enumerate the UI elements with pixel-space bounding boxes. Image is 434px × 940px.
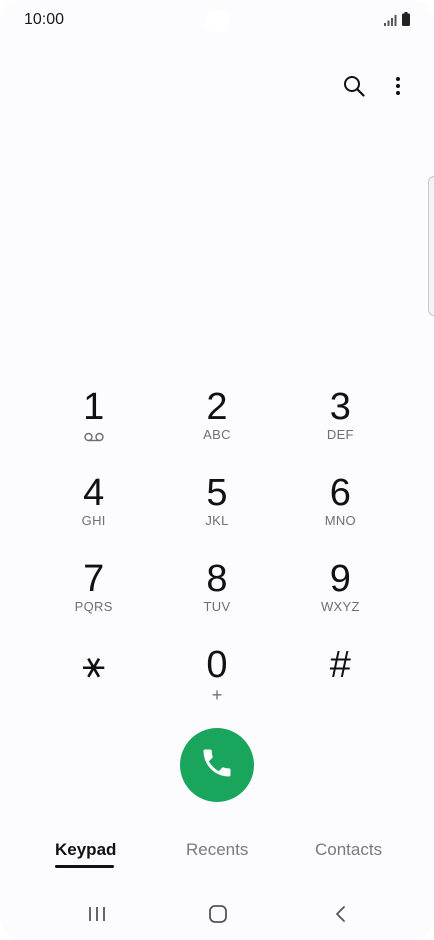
key-8[interactable]: 8 TUV: [155, 557, 278, 643]
bottom-tabs: Keypad Recents Contacts: [0, 840, 434, 872]
camera-cutout: [205, 9, 229, 33]
dial-keypad: 1 2 ABC 3 DEF 4 GHI 5 JKL 6 MNO 7 PQRS 8…: [32, 385, 402, 729]
call-button[interactable]: [180, 728, 254, 802]
top-actions: [340, 72, 412, 100]
key-digit: ⚹: [82, 644, 106, 686]
key-7[interactable]: 7 PQRS: [32, 557, 155, 643]
phone-icon: [199, 745, 235, 786]
key-digit: 4: [83, 472, 105, 514]
key-digit: 7: [83, 558, 105, 600]
key-letters: +: [211, 685, 223, 705]
key-letters: PQRS: [74, 599, 113, 614]
key-digit: 1: [83, 386, 105, 428]
key-9[interactable]: 9 WXYZ: [279, 557, 402, 643]
tab-keypad[interactable]: Keypad: [55, 840, 116, 860]
back-icon[interactable]: [326, 902, 356, 926]
active-tab-indicator: [55, 865, 114, 868]
key-letters: TUV: [203, 599, 231, 614]
system-nav-bar: [0, 896, 434, 932]
edge-panel-handle[interactable]: [428, 176, 434, 316]
key-6[interactable]: 6 MNO: [279, 471, 402, 557]
tab-recents[interactable]: Recents: [186, 840, 248, 860]
key-star[interactable]: ⚹: [32, 643, 155, 729]
key-letters: WXYZ: [320, 599, 360, 614]
status-bar: 10:00: [0, 0, 434, 42]
key-letters: GHI: [81, 513, 106, 528]
key-digit: 2: [206, 386, 228, 428]
search-icon[interactable]: [340, 72, 368, 100]
key-digit: 6: [329, 472, 351, 514]
key-letters: ABC: [203, 427, 231, 442]
key-letters: MNO: [324, 513, 356, 528]
key-digit: 3: [329, 386, 351, 428]
phone-screen: 10:00 1 2 ABC 3 DEF 4 GHI 5 JKL 6 MNO 7 …: [0, 0, 434, 940]
status-time: 10:00: [24, 11, 65, 28]
key-0[interactable]: 0 +: [155, 643, 278, 729]
recent-apps-icon[interactable]: [82, 902, 112, 926]
key-3[interactable]: 3 DEF: [279, 385, 402, 471]
battery-icon: [402, 12, 410, 31]
key-5[interactable]: 5 JKL: [155, 471, 278, 557]
key-letters: DEF: [326, 427, 354, 442]
key-digit: 8: [206, 558, 228, 600]
key-4[interactable]: 4 GHI: [32, 471, 155, 557]
voicemail-icon: [83, 430, 104, 444]
key-digit: #: [329, 644, 351, 686]
status-icons: [384, 12, 410, 31]
key-digit: 5: [206, 472, 228, 514]
home-icon[interactable]: [203, 902, 233, 926]
key-letters: JKL: [205, 513, 229, 528]
key-digit: 9: [329, 558, 351, 600]
tab-contacts[interactable]: Contacts: [315, 840, 382, 860]
key-2[interactable]: 2 ABC: [155, 385, 278, 471]
signal-icon: [384, 13, 398, 31]
more-vert-icon[interactable]: [384, 72, 412, 100]
key-hash[interactable]: #: [279, 643, 402, 729]
key-digit: 0: [206, 644, 228, 686]
key-1[interactable]: 1: [32, 385, 155, 471]
